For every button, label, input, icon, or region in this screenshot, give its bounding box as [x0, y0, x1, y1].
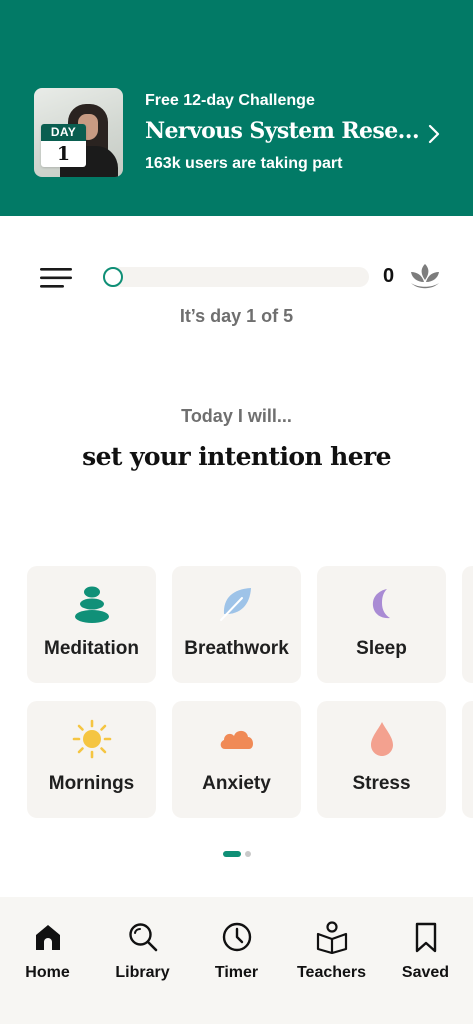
category-label: Sleep — [356, 638, 407, 659]
nav-label: Teachers — [296, 964, 367, 981]
category-label: Meditation — [44, 638, 139, 659]
category-card-breathwork[interactable]: Breathwork — [172, 566, 301, 683]
nav-label: Home — [25, 964, 70, 981]
challenge-thumbnail: DAY 1 — [34, 88, 123, 177]
daily-progress-bar — [103, 267, 369, 287]
category-label: Stress — [352, 773, 411, 794]
category-card-anxiety[interactable]: Anxiety — [172, 701, 301, 818]
cloud-icon — [220, 730, 253, 749]
category-card-next-peek[interactable] — [462, 701, 473, 818]
nav-item-home[interactable]: Home — [0, 919, 95, 989]
chevron-right-icon[interactable] — [425, 123, 443, 145]
day-calendar-badge: DAY 1 — [41, 124, 86, 167]
day-badge-number: 1 — [56, 143, 71, 165]
search-icon — [128, 923, 157, 952]
lotus-icon[interactable] — [408, 261, 442, 291]
challenge-participants: 163k users are taking part — [145, 155, 343, 172]
day-status: It’s day 1 of 5 — [179, 306, 294, 326]
challenge-banner[interactable]: DAY 1 Free 12-day Challenge Nervous Syst… — [0, 0, 473, 216]
nav-label: Library — [115, 964, 170, 981]
page-dot[interactable] — [245, 851, 251, 857]
day-badge-label: DAY — [41, 124, 86, 141]
bookmark-icon — [415, 922, 436, 953]
category-card-mornings[interactable]: Mornings — [27, 701, 156, 818]
category-card-next-peek[interactable] — [462, 566, 473, 683]
nav-item-timer[interactable]: Timer — [189, 919, 284, 989]
category-card-stress[interactable]: Stress — [317, 701, 446, 818]
home-icon — [35, 925, 60, 950]
clock-icon — [222, 922, 251, 952]
nav-item-library[interactable]: Library — [95, 919, 190, 989]
nav-item-teachers[interactable]: Teachers — [284, 919, 379, 989]
intention-input[interactable]: set your intention here — [0, 442, 473, 471]
moon-icon — [372, 589, 390, 619]
challenge-title: Nervous System Reset Challenge — [145, 118, 420, 144]
bottom-nav-bar: Home Library Timer Teachers Saved — [0, 897, 473, 1024]
category-label: Anxiety — [202, 773, 271, 794]
category-label: Breathwork — [184, 638, 289, 659]
page-dot-active[interactable] — [223, 851, 241, 857]
leaf-icon — [219, 588, 251, 621]
sun-icon — [72, 719, 111, 759]
category-card-meditation[interactable]: Meditation — [27, 566, 156, 683]
book-reader-icon — [316, 921, 347, 954]
points-count: 0 — [383, 265, 395, 287]
progress-knob — [103, 267, 123, 287]
nav-label: Timer — [214, 964, 259, 981]
intention-label: Today I will... — [181, 406, 292, 426]
nav-item-saved[interactable]: Saved — [378, 919, 473, 989]
menu-icon[interactable] — [40, 266, 72, 290]
challenge-subtitle: Free 12-day Challenge — [145, 92, 315, 109]
category-label: Mornings — [48, 773, 135, 794]
category-card-sleep[interactable]: Sleep — [317, 566, 446, 683]
drop-icon — [370, 722, 393, 756]
nav-label: Saved — [401, 964, 450, 981]
stones-icon — [74, 586, 109, 623]
